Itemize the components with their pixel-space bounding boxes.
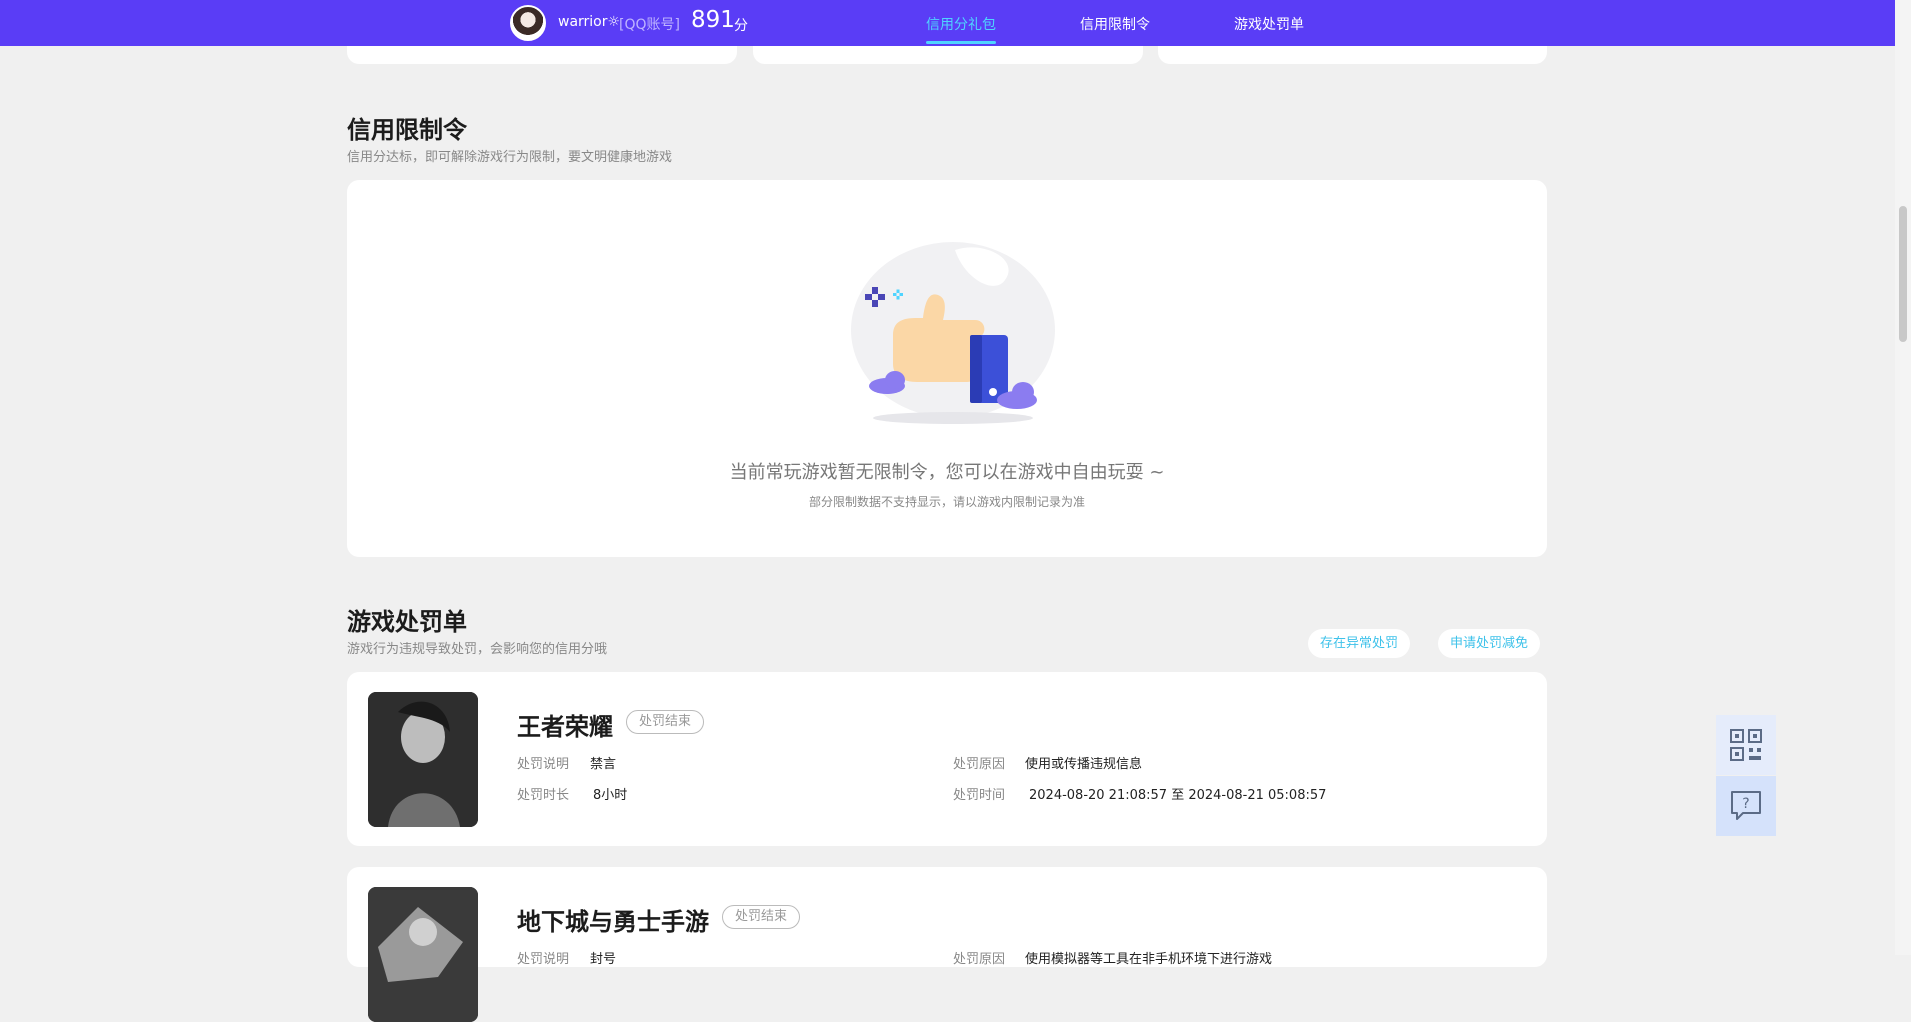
tab-credit-gift[interactable]: 信用分礼包 (926, 14, 996, 34)
penalty-desc-value: 封号 (590, 952, 617, 967)
penalty-reason-value: 使用或传播违规信息 (1025, 757, 1143, 772)
apply-penalty-reduction-button[interactable]: 申请处罚减免 (1438, 629, 1541, 658)
penalty-reason-value: 使用模拟器等工具在非手机环境下进行游戏 (1025, 952, 1273, 967)
tab-credit-restriction[interactable]: 信用限制令 (1080, 14, 1150, 34)
penalty-section-subtitle: 游戏行为违规导致处罚，会影响您的信用分哦 (347, 642, 608, 657)
penalty-time-value: 2024-08-20 21:08:57 至 2024-08-21 05:08:5… (1029, 788, 1327, 803)
status-badge: 处罚结束 (626, 710, 705, 734)
qr-code-icon (1730, 729, 1762, 761)
penalty-desc-label: 处罚说明 (517, 952, 570, 967)
penalty-section-title: 游戏处罚单 (347, 608, 467, 636)
penalty-desc-value: 禁言 (590, 757, 617, 772)
scrollbar-track[interactable] (1895, 0, 1911, 955)
help-button[interactable]: ? (1716, 776, 1776, 836)
restriction-section-subtitle: 信用分达标，即可解除游戏行为限制，要文明健康地游戏 (347, 150, 673, 165)
active-tab-indicator (926, 41, 996, 44)
restriction-section-title: 信用限制令 (347, 116, 467, 144)
abnormal-penalty-button[interactable]: 存在异常处罚 (1308, 629, 1411, 658)
game-name: 地下城与勇士手游 (517, 908, 709, 936)
credit-score-unit: 分 (734, 18, 748, 34)
penalty-duration-label: 处罚时长 (517, 788, 570, 803)
qr-code-button[interactable] (1716, 715, 1776, 775)
tab-game-penalty[interactable]: 游戏处罚单 (1234, 14, 1304, 34)
game-name: 王者荣耀 (517, 713, 613, 741)
avatar[interactable] (510, 5, 546, 41)
status-badge: 处罚结束 (722, 905, 801, 929)
thumbs-up-illustration-icon (851, 242, 1055, 424)
account-type: [QQ账号] (619, 17, 680, 33)
penalty-time-label: 处罚时间 (953, 788, 1006, 803)
penalty-desc-label: 处罚说明 (517, 757, 570, 772)
credit-score: 891 (691, 7, 735, 33)
restriction-empty-note: 部分限制数据不支持显示，请以游戏内限制记录为准 (808, 495, 1085, 509)
penalty-reason-label: 处罚原因 (953, 757, 1006, 772)
game-thumbnail (368, 692, 478, 827)
scrollbar-thumb[interactable] (1899, 206, 1907, 342)
user-nickname: warrior☼ (558, 14, 621, 30)
restriction-empty-message: 当前常玩游戏暂无限制令，您可以在游戏中自由玩耍 ~ (729, 462, 1165, 483)
top-nav-bar: warrior☼ [QQ账号] 891 分 信用分礼包 信用限制令 游戏处罚单 (0, 0, 1895, 46)
penalty-reason-label: 处罚原因 (953, 952, 1006, 967)
svg-text:?: ? (1742, 796, 1749, 812)
help-chat-icon: ? (1731, 791, 1761, 820)
penalty-duration-value: 8小时 (593, 788, 628, 803)
